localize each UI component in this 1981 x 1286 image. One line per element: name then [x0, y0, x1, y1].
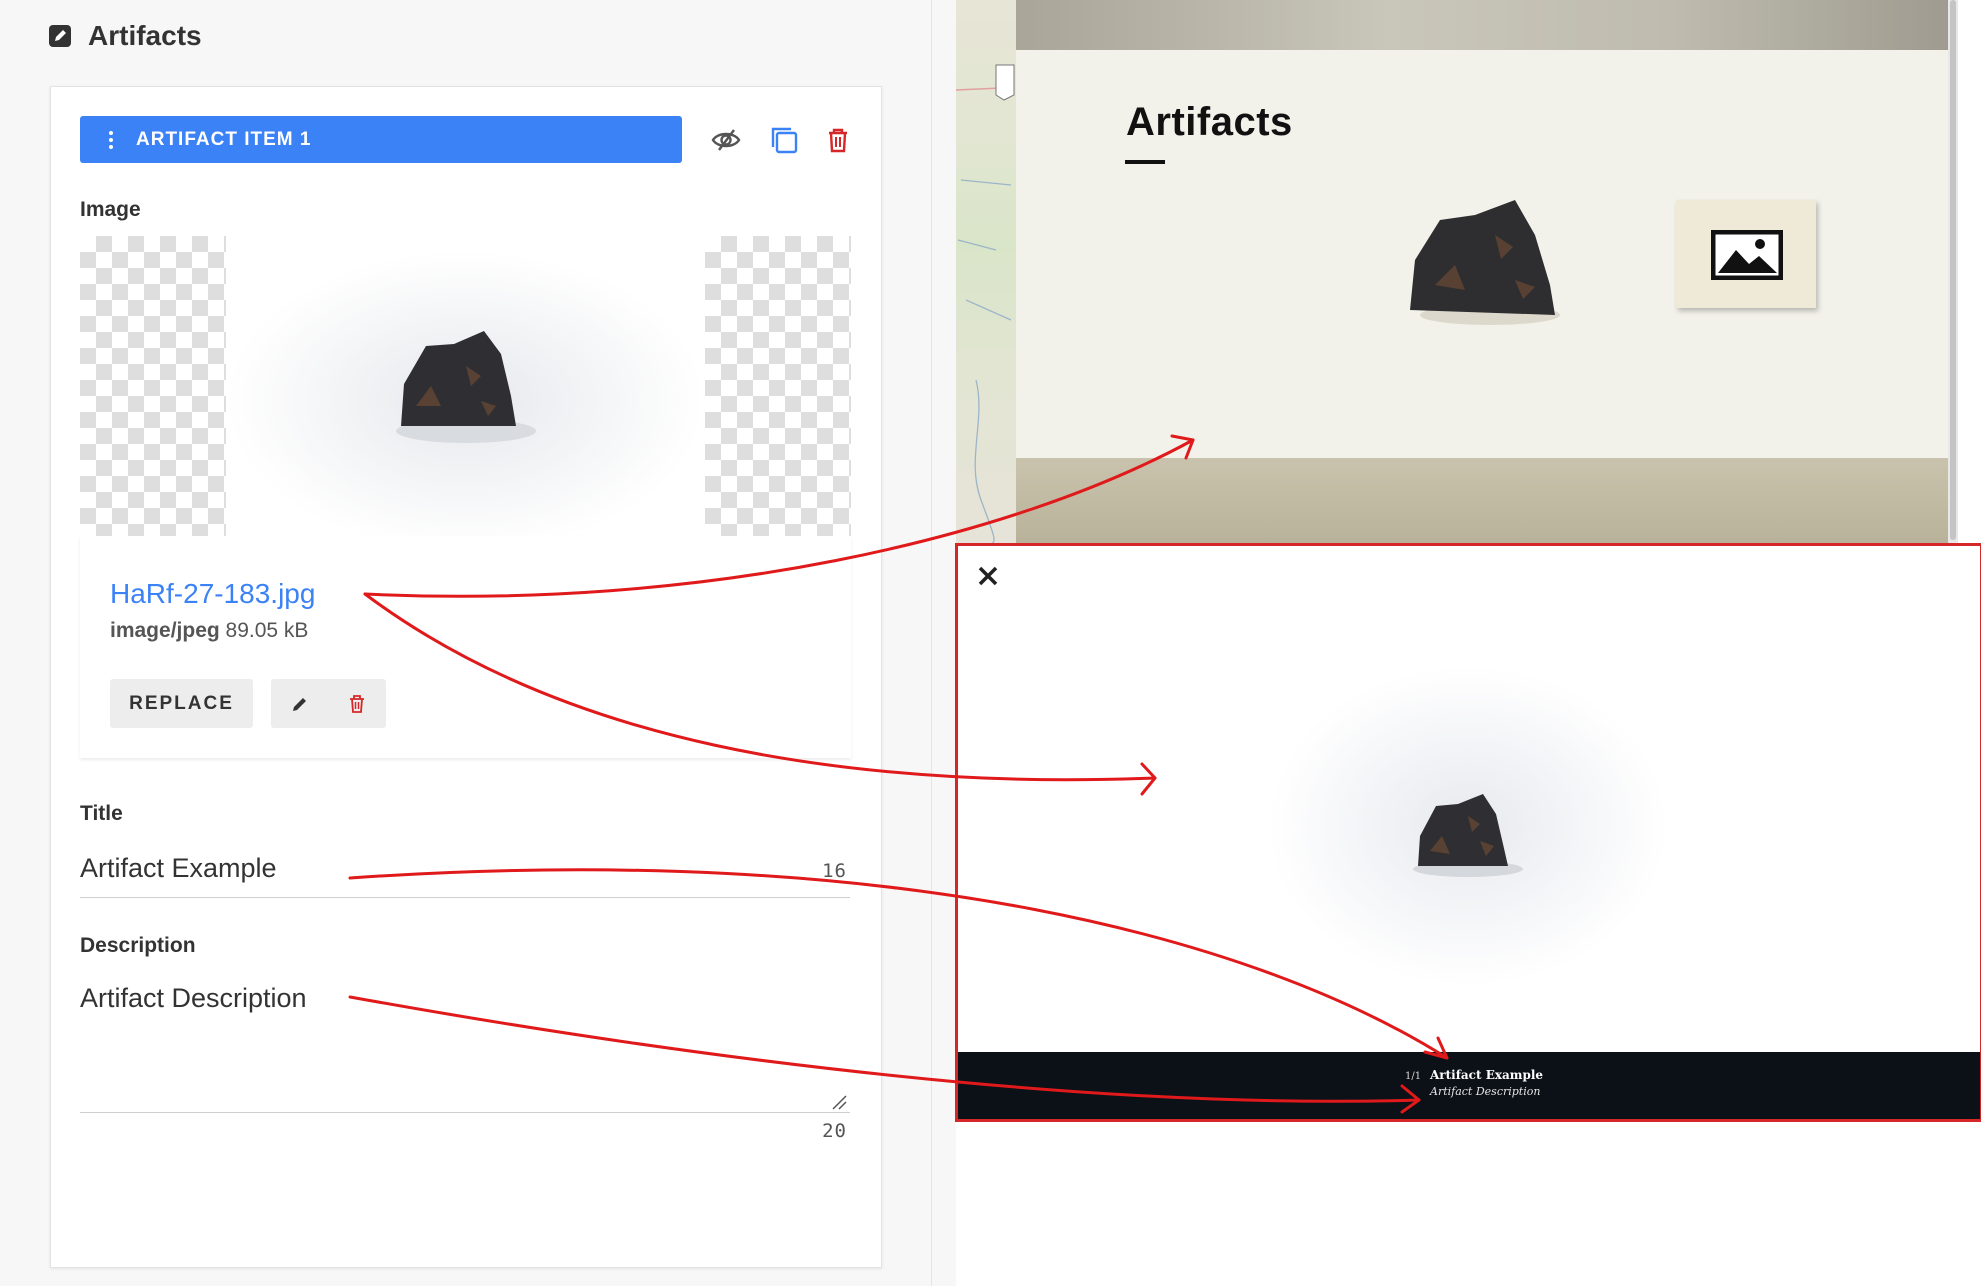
- edit-square-icon: [49, 25, 71, 47]
- artifact-item-header[interactable]: ARTIFACT ITEM 1: [80, 116, 682, 163]
- file-size: 89.05 kB: [225, 619, 309, 642]
- edit-image-button[interactable]: [271, 679, 329, 728]
- lightbox: 1/1 Artifact Example Artifact Descriptio…: [955, 543, 1981, 1122]
- map-background: [956, 0, 1016, 545]
- image-preview: [80, 236, 851, 536]
- lightbox-counter: 1/1: [1405, 1071, 1422, 1082]
- transparency-pattern-left: [80, 236, 226, 536]
- title-input[interactable]: Artifact Example: [80, 853, 277, 884]
- footer-photo: [1016, 458, 1948, 545]
- section-header: Artifacts: [48, 18, 202, 54]
- preview-page-title: Artifacts: [1126, 100, 1293, 144]
- lightbox-artifact-image: [1268, 666, 1668, 986]
- preview-scroll-thumb[interactable]: [1950, 0, 1956, 540]
- drag-handle-icon[interactable]: [104, 130, 118, 149]
- lightbox-caption-title: Artifact Example: [1430, 1068, 1544, 1082]
- duplicate-icon[interactable]: [768, 124, 800, 156]
- transparency-pattern-right: [705, 236, 851, 536]
- title-char-count: 16: [822, 860, 847, 882]
- file-actions: [271, 679, 386, 728]
- lightbox-caption-bar: 1/1 Artifact Example Artifact Descriptio…: [958, 1052, 1980, 1119]
- file-mime-type: image/jpeg: [110, 619, 220, 642]
- delete-icon[interactable]: [822, 124, 854, 156]
- description-underline: [80, 1112, 850, 1113]
- description-field-label: Description: [80, 934, 196, 957]
- artifact-item-label: ARTIFACT ITEM 1: [136, 128, 312, 150]
- description-char-count: 20: [822, 1120, 847, 1142]
- image-icon: [1711, 230, 1783, 280]
- resize-handle-icon[interactable]: [831, 1094, 847, 1110]
- replace-button[interactable]: REPLACE: [110, 679, 253, 728]
- map-lines: [956, 64, 1015, 545]
- description-textarea[interactable]: Artifact Description: [80, 983, 307, 1014]
- preview-artifact-image[interactable]: [1395, 175, 1585, 335]
- header-photo: [1016, 0, 1948, 50]
- image-placeholder-tile[interactable]: [1676, 200, 1816, 308]
- title-field-label: Title: [80, 802, 123, 825]
- title-underline: [80, 897, 850, 898]
- trash-icon: [350, 694, 365, 713]
- remove-image-button[interactable]: [329, 679, 387, 728]
- artifact-photo: [226, 236, 705, 536]
- title-rule: [1125, 160, 1165, 164]
- close-icon[interactable]: [975, 563, 1001, 589]
- file-name-link[interactable]: HaRf-27-183.jpg: [110, 578, 315, 610]
- lightbox-caption-description: Artifact Description: [1430, 1085, 1541, 1098]
- visibility-off-icon[interactable]: [710, 124, 742, 156]
- file-meta: image/jpeg 89.05 kB: [110, 619, 308, 643]
- section-title: Artifacts: [88, 20, 202, 51]
- image-field-label: Image: [80, 198, 141, 221]
- preview-scrollbar[interactable]: [1948, 0, 1958, 545]
- pencil-icon: [292, 697, 306, 711]
